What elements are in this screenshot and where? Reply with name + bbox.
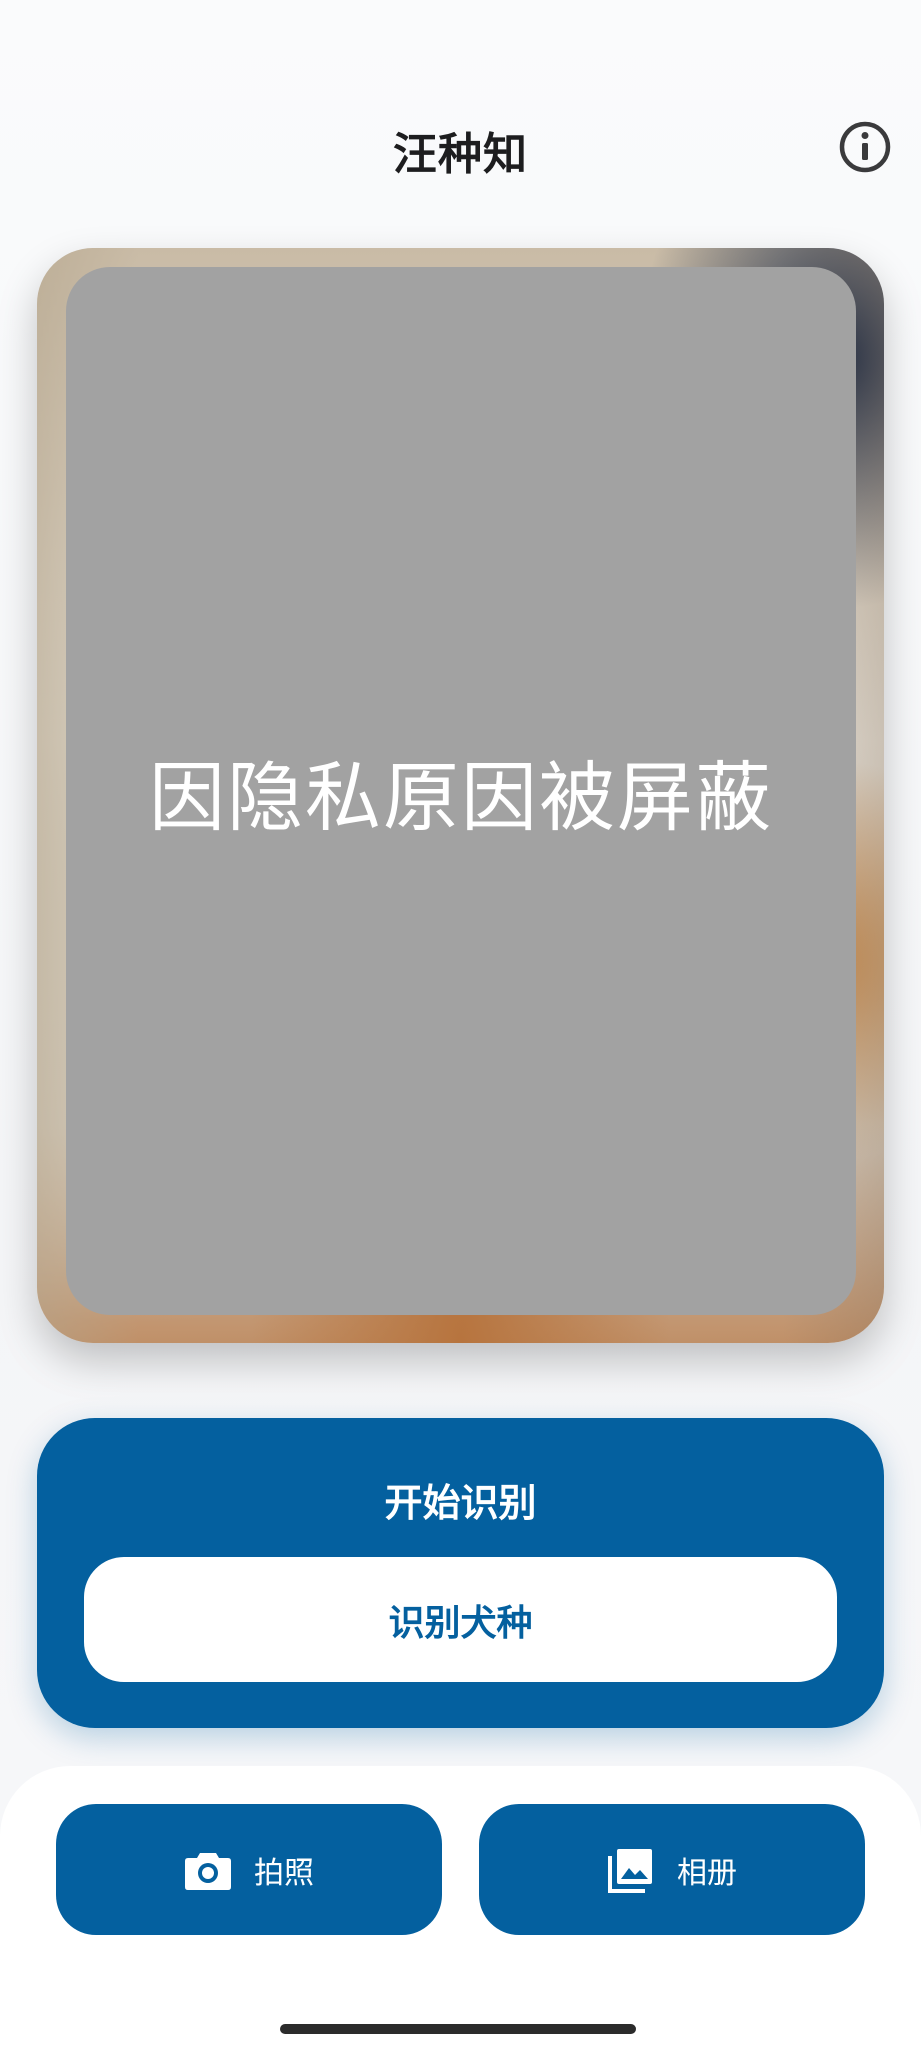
privacy-mask: 因隐私原因被屏蔽	[66, 267, 856, 1315]
header: 汪种知	[0, 100, 921, 196]
home-indicator[interactable]	[280, 2024, 636, 2034]
camera-icon	[184, 1849, 232, 1891]
album-label: 相册	[677, 1855, 737, 1891]
album-button[interactable]: 相册	[479, 1804, 865, 1935]
identify-breed-label: 识别犬种	[388, 1602, 533, 1644]
page-title: 汪种知	[393, 129, 528, 180]
recognition-panel: 开始识别 识别犬种	[37, 1418, 884, 1728]
info-circle-icon	[839, 121, 891, 173]
camera-button[interactable]: 拍照	[56, 1804, 442, 1935]
identify-breed-button[interactable]: 识别犬种	[84, 1557, 837, 1682]
photo-preview: 因隐私原因被屏蔽	[37, 248, 884, 1343]
info-button[interactable]	[836, 118, 894, 176]
photo-library-icon	[607, 1846, 655, 1894]
camera-label: 拍照	[254, 1855, 314, 1891]
privacy-notice: 因隐私原因被屏蔽	[149, 753, 773, 842]
recognition-title: 开始识别	[384, 1481, 537, 1525]
bottom-action-bar: 拍照 相册	[0, 1766, 921, 2048]
app-screen: 汪种知 因隐私原因被屏蔽 开始识别 识别犬种 拍照 相册	[0, 0, 921, 2048]
